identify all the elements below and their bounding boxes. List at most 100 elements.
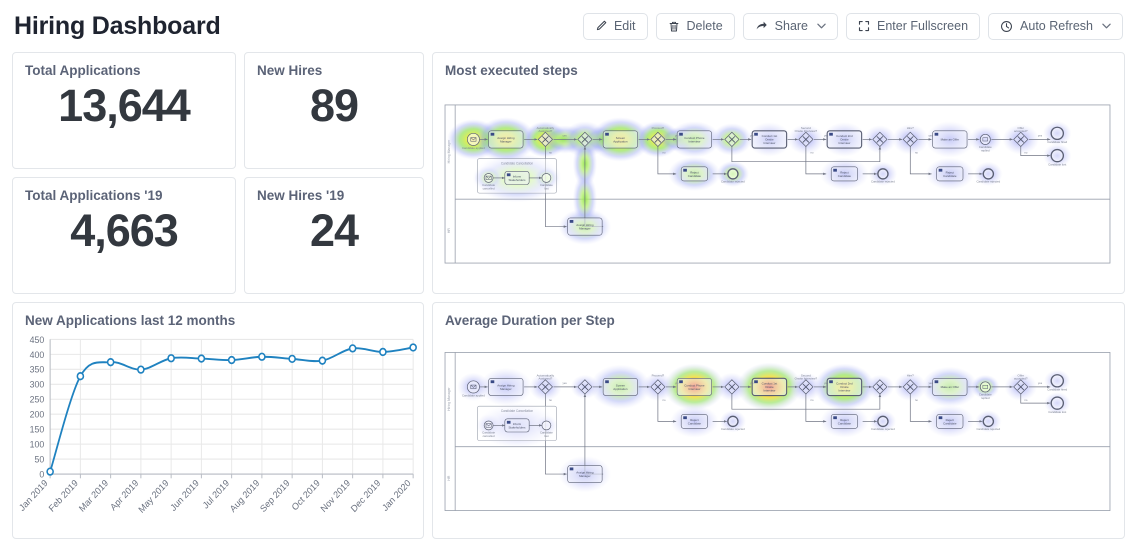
svg-text:HR: HR (447, 228, 451, 233)
svg-text:Onsite Interview?: Onsite Interview? (795, 129, 818, 133)
panel-title: Average Duration per Step (445, 313, 615, 328)
svg-text:Aug 2019: Aug 2019 (228, 478, 261, 514)
svg-text:no: no (915, 399, 919, 402)
pencil-icon (595, 20, 607, 32)
svg-text:Candidate rejected: Candidate rejected (976, 180, 1000, 184)
svg-text:200: 200 (30, 409, 45, 419)
enter-fullscreen-button[interactable]: Enter Fullscreen (846, 12, 981, 40)
svg-text:400: 400 (30, 349, 45, 359)
svg-text:no: no (810, 399, 814, 402)
panel-average-duration[interactable]: Average Duration per Step Hiring Manager… (432, 302, 1125, 539)
panel-title: New Applications last 12 months (25, 313, 236, 328)
svg-text:Jan 2019: Jan 2019 (17, 478, 49, 513)
bpmn-heatmap-average-duration[interactable]: Hiring ManagerHRyesyesyesyesyesyesnonono… (443, 335, 1112, 528)
chevron-down-icon (817, 23, 826, 29)
svg-text:Jul 2019: Jul 2019 (201, 478, 231, 511)
svg-text:Candidate: Candidate (943, 421, 957, 425)
svg-text:Make an Offer: Make an Offer (941, 385, 959, 389)
svg-text:Candidate rejected: Candidate rejected (871, 427, 895, 431)
svg-text:Assigned?: Assigned? (539, 129, 553, 133)
chevron-down-icon (1102, 23, 1111, 29)
bpmn-heatmap-most-executed[interactable]: Hiring ManagerHRyesyesyesyesyesyesnonono… (443, 85, 1112, 283)
fullscreen-icon (858, 20, 870, 32)
kpi-card-total-applications[interactable]: Total Applications 13,644 (12, 52, 236, 169)
svg-text:150: 150 (30, 424, 45, 434)
kpi-label: New Hires (257, 63, 323, 78)
share-icon (755, 20, 768, 32)
svg-text:Nov 2019: Nov 2019 (319, 478, 352, 514)
svg-text:Candidate hired: Candidate hired (1047, 388, 1067, 392)
svg-text:Interview: Interview (839, 141, 852, 145)
svg-text:Jan 2020: Jan 2020 (380, 478, 412, 513)
kpi-label: Total Applications (25, 63, 141, 78)
svg-text:cancelled: cancelled (483, 186, 495, 190)
svg-text:Hiring Manager: Hiring Manager (447, 386, 451, 410)
svg-text:Interview: Interview (839, 389, 852, 393)
svg-text:Candidate lost: Candidate lost (1048, 162, 1066, 166)
svg-text:Interview: Interview (689, 387, 702, 391)
clock-icon (1000, 20, 1013, 33)
svg-text:Candidate applied: Candidate applied (462, 146, 485, 150)
auto-refresh-button-label: Auto Refresh (1020, 18, 1093, 33)
svg-text:Candidate Cancellation: Candidate Cancellation (501, 409, 534, 413)
kpi-card-new-hires-2019[interactable]: New Hires '19 24 (244, 177, 424, 294)
page-title: Hiring Dashboard (14, 11, 221, 40)
svg-text:no: no (1024, 152, 1028, 155)
svg-text:Manager: Manager (579, 474, 591, 478)
panel-new-applications[interactable]: New Applications last 12 months 0 50 100 15… (12, 302, 424, 539)
svg-text:250: 250 (30, 394, 45, 404)
svg-text:Proceed?: Proceed? (652, 126, 665, 130)
svg-text:Candidate rejected: Candidate rejected (721, 427, 745, 431)
svg-text:Interview: Interview (764, 389, 777, 393)
svg-text:Assigned?: Assigned? (539, 377, 553, 381)
svg-text:Application: Application (613, 139, 628, 143)
share-button-label: Share (774, 18, 809, 33)
svg-text:lost: lost (544, 186, 549, 190)
edit-button[interactable]: Edit (582, 12, 648, 40)
svg-text:yes: yes (1038, 382, 1043, 385)
svg-text:350: 350 (30, 364, 45, 374)
svg-text:Candidate lost: Candidate lost (1048, 410, 1066, 414)
panel-title: Most executed steps (445, 63, 578, 78)
auto-refresh-button[interactable]: Auto Refresh (988, 12, 1123, 40)
panel-most-executed-steps[interactable]: Most executed steps Hiring Manager HR yes y… (432, 52, 1125, 294)
svg-text:Jun 2019: Jun 2019 (169, 478, 201, 513)
svg-text:300: 300 (30, 379, 45, 389)
svg-text:accepted?: accepted? (1014, 377, 1028, 381)
svg-text:Manager: Manager (500, 387, 512, 391)
svg-text:Candidate: Candidate (688, 421, 702, 425)
svg-text:Candidate rejected: Candidate rejected (976, 427, 1000, 431)
svg-text:100: 100 (30, 439, 45, 449)
svg-text:Candidate hired: Candidate hired (1047, 140, 1067, 144)
svg-text:no: no (662, 399, 666, 402)
svg-text:Candidate rejected: Candidate rejected (721, 180, 745, 184)
svg-text:yes: yes (563, 382, 568, 385)
svg-text:cancelled: cancelled (483, 434, 495, 438)
kpi-label: New Hires '19 (257, 188, 345, 203)
svg-text:replied: replied (981, 148, 990, 152)
svg-text:replied: replied (981, 396, 990, 400)
svg-text:Stakeholders: Stakeholders (508, 425, 526, 429)
svg-text:yes: yes (1038, 134, 1043, 137)
kpi-card-new-hires[interactable]: New Hires 89 (244, 52, 424, 169)
svg-text:Candidate: Candidate (688, 174, 702, 178)
svg-text:Application: Application (613, 387, 628, 391)
svg-text:Mar 2019: Mar 2019 (77, 478, 110, 514)
svg-text:Candidate: Candidate (943, 174, 957, 178)
svg-text:yes: yes (563, 134, 568, 137)
trash-icon (668, 20, 680, 33)
kpi-card-total-applications-2019[interactable]: Total Applications '19 24 4,663 (12, 177, 236, 294)
svg-text:no: no (549, 399, 553, 402)
svg-text:Make an Offer: Make an Offer (941, 138, 959, 142)
edit-button-label: Edit (613, 18, 636, 33)
kpi-value: 24 (309, 205, 359, 256)
svg-text:lost: lost (544, 434, 549, 438)
svg-text:no: no (810, 152, 814, 155)
svg-text:Candidate Cancellation: Candidate Cancellation (501, 162, 534, 166)
svg-text:no: no (549, 152, 553, 155)
line-chart[interactable]: 0 50 100 150 200 250 300 350 400 450 Jan 2019 Feb 2… (15, 333, 419, 536)
dashboard-page: Hiring Dashboard Edit Delete Share Enter… (0, 0, 1137, 549)
share-button[interactable]: Share (742, 12, 839, 40)
svg-text:Candidate applied: Candidate applied (462, 394, 485, 398)
delete-button[interactable]: Delete (655, 12, 735, 40)
